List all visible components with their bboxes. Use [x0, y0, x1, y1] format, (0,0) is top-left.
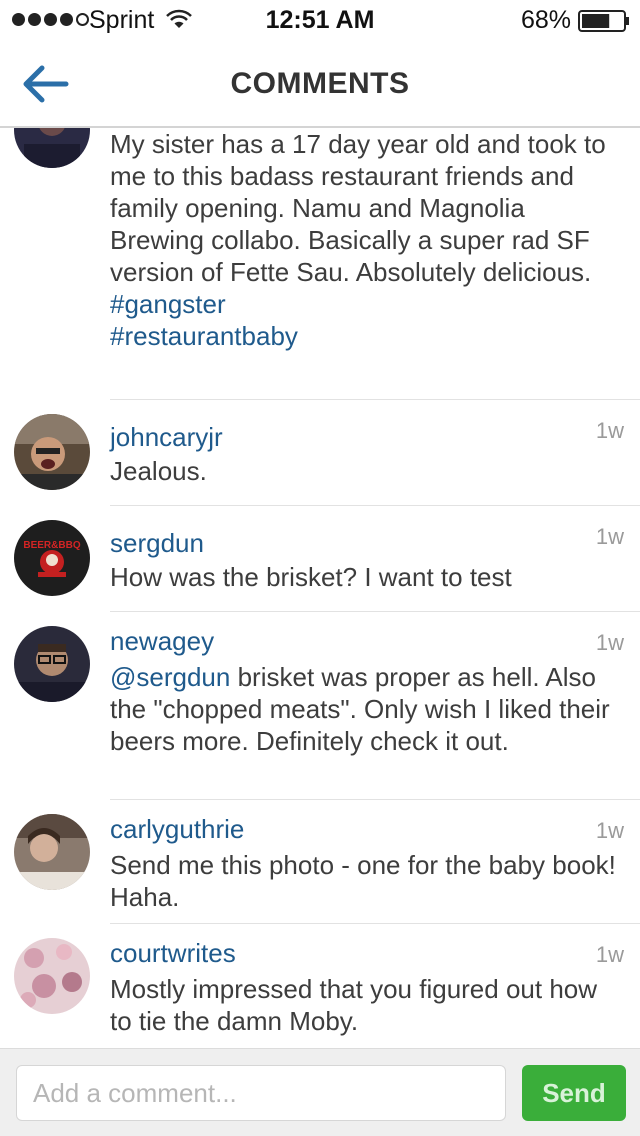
comments-list[interactable]: My sister has a 17 day year old and took… — [0, 0, 640, 1048]
comment-timestamp: 1w — [595, 630, 624, 655]
comment-timestamp: 1w — [595, 818, 624, 843]
comment-text: @sergdun brisket was proper as hell. Als… — [110, 661, 622, 757]
comment-username[interactable]: sergdun — [110, 528, 204, 559]
avatar[interactable] — [14, 814, 90, 890]
comment-row: carlyguthrie 1w Send me this photo - one… — [0, 800, 640, 924]
battery-icon — [578, 10, 629, 32]
comment-timestamp: 1w — [595, 942, 624, 967]
comment-text: Jealous. — [110, 456, 207, 486]
battery-percent: 68% — [521, 6, 572, 34]
comment-username[interactable]: carlyguthrie — [110, 814, 244, 845]
hashtag-link[interactable]: #restaurantbaby — [110, 321, 298, 351]
comment-input[interactable] — [16, 1065, 506, 1121]
avatar[interactable] — [14, 626, 90, 702]
avatar[interactable]: BEER&BBQ — [14, 520, 90, 596]
comment-text: How was the brisket? I want to test — [110, 562, 512, 592]
comment-timestamp: 1w — [595, 418, 624, 443]
hashtag-link[interactable]: #gangster — [110, 289, 226, 319]
comment-row: courtwrites 1w Mostly impressed that you… — [0, 924, 640, 1048]
comment-composer: Send — [0, 1048, 640, 1136]
avatar[interactable] — [14, 938, 90, 1014]
comment-username[interactable]: newagey — [110, 626, 214, 657]
caption-text: My sister has a 17 day year old and took… — [110, 128, 622, 352]
comment-username[interactable]: johncaryjr — [110, 422, 223, 453]
status-bar: Sprint 12:51 AM 68% — [0, 0, 640, 40]
comment-text: Send me this photo - one for the baby bo… — [110, 850, 616, 912]
svg-text:BEER&BBQ: BEER&BBQ — [23, 540, 80, 551]
avatar[interactable] — [14, 414, 90, 490]
comment-row: BEER&BBQ sergdun 1w How was the brisket?… — [0, 506, 640, 612]
mention-link[interactable]: @sergdun — [110, 662, 230, 692]
page-title: COMMENTS — [230, 67, 410, 100]
caption-body: My sister has a 17 day year old and took… — [110, 129, 606, 287]
comment-timestamp: 1w — [595, 524, 624, 549]
comment-text: Mostly impressed that you figured out ho… — [110, 974, 598, 1036]
send-button[interactable]: Send — [522, 1065, 626, 1121]
navigation-bar: COMMENTS — [0, 40, 640, 128]
comment-row: newagey 1w @sergdun brisket was proper a… — [0, 612, 640, 800]
comment-row: johncaryjr 1w Jealous. — [0, 400, 640, 506]
comment-username[interactable]: courtwrites — [110, 938, 236, 969]
